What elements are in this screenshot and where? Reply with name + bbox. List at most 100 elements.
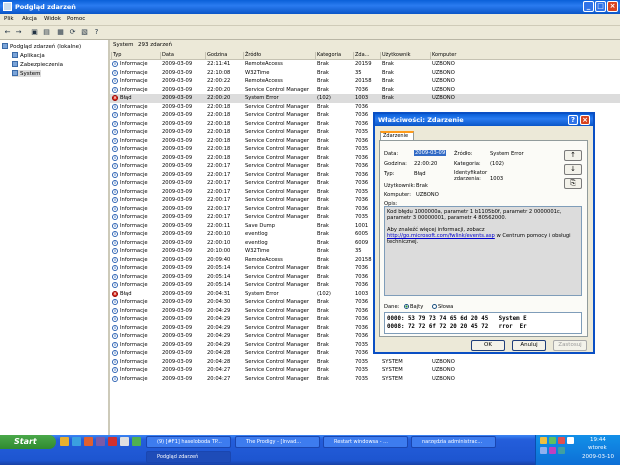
minimize-button[interactable]: _ (583, 1, 594, 12)
column-header[interactable]: Użytkownik (380, 52, 432, 59)
task-podglad[interactable]: Podgląd zdarzeń (146, 451, 231, 463)
previous-event-button[interactable]: ↑ (564, 150, 582, 161)
table-row[interactable]: i Informacje 2009-03-09 22:10:08 W32Time Brak… (110, 69, 620, 78)
tree-root[interactable]: Podgląd zdarzeń (lokalne) (2, 43, 81, 50)
src-label: Źródło: (454, 151, 473, 157)
task-narzedzia[interactable]: narzędzia administrac... (411, 436, 496, 448)
quicklaunch-icon-2[interactable] (72, 437, 81, 446)
tray-icon-5[interactable] (540, 447, 547, 454)
forward-arrow-icon[interactable]: → (14, 28, 23, 37)
cell-date: 2009-03-09 (162, 129, 193, 135)
up-folder-icon[interactable]: ▣ (30, 28, 39, 37)
cell-src: Service Control Manager (245, 316, 309, 322)
maximize-button[interactable]: □ (595, 1, 606, 12)
cell-src: RemoteAccess (245, 256, 283, 263)
cell-id: 20158 (355, 256, 372, 263)
menu-akcja[interactable]: Akcja (22, 16, 37, 22)
cell-cat: Brak (317, 103, 329, 110)
cell-date: 2009-03-09 (162, 350, 193, 356)
task-haseloboda[interactable]: (9) [#F1] haseloboda TP... (146, 436, 231, 448)
table-row[interactable]: i Informacje 2009-03-09 20:04:28 Service Con… (110, 358, 620, 367)
export-icon[interactable]: ▧ (80, 28, 89, 37)
table-row[interactable]: i Informacje 2009-03-09 20:04:27 Service Con… (110, 375, 620, 384)
copy-button[interactable]: ⎘ (564, 178, 582, 189)
tray-icon-3[interactable] (558, 437, 565, 444)
data-value: 2009-03-09 (414, 150, 447, 156)
task-restart[interactable]: Restart windowsa - ... (323, 436, 408, 448)
cell-src: System Error (245, 290, 279, 297)
cell-id: 7036 (355, 333, 369, 339)
column-header[interactable]: Typ (111, 52, 162, 59)
cancel-button[interactable]: Anuluj (512, 340, 546, 351)
table-row[interactable]: i Informacje 2009-03-09 22:00:18 Service Con… (110, 103, 620, 112)
next-event-button[interactable]: ↓ (564, 164, 582, 175)
dialog-panel: Data: 2009-03-09 Godzina: 22:00:20 Typ: … (379, 140, 588, 337)
radio-bytes[interactable]: Bajty (404, 304, 423, 310)
cell-type: Informacje (120, 367, 148, 373)
close-button[interactable]: × (607, 1, 618, 12)
description-box[interactable]: Kod błędu 1000000a, parametr 1 b1105b0f,… (384, 206, 582, 296)
properties-icon[interactable]: ▦ (56, 28, 65, 37)
log-icon (12, 70, 18, 76)
column-header[interactable]: Data (160, 52, 207, 59)
dialog-help-button[interactable]: ? (568, 115, 578, 125)
cell-src: eventlog (245, 231, 268, 237)
table-row[interactable]: i Informacje 2009-03-09 20:04:27 Service Con… (110, 366, 620, 375)
table-row[interactable]: × Błąd 2009-03-09 22:00:20 System Error (102)… (110, 94, 620, 103)
ok-button[interactable]: OK (471, 340, 505, 351)
tree-item-aplikacja[interactable]: Aplikacja (12, 52, 45, 59)
tray-icon-6[interactable] (549, 447, 556, 454)
cell-cat: Brak (317, 316, 329, 322)
column-header[interactable]: Zda... (353, 52, 382, 59)
cell-type: Informacje (120, 222, 148, 229)
cell-date: 2009-03-09 (162, 120, 193, 127)
quicklaunch-icon-6[interactable] (120, 437, 129, 446)
cell-time: 22:00:10 (207, 239, 231, 246)
dialog-close-button[interactable]: × (580, 115, 590, 125)
cell-src: Save Dump (245, 222, 276, 229)
clock-time[interactable]: 19:44 (590, 437, 606, 443)
tray-icon-7[interactable] (558, 447, 565, 454)
tray-icon-2[interactable] (549, 437, 556, 444)
column-header[interactable]: Źródło (243, 52, 317, 59)
refresh-icon[interactable]: ⟳ (68, 28, 77, 37)
cell-date: 2009-03-09 (162, 146, 193, 152)
column-header[interactable]: Kategoria (315, 52, 355, 59)
info-icon: i (112, 78, 118, 84)
quicklaunch-icon-4[interactable] (96, 437, 105, 446)
help-icon[interactable]: ? (92, 28, 101, 37)
cell-date: 2009-03-09 (162, 273, 193, 280)
error-icon: × (112, 290, 118, 297)
quicklaunch-icon-5[interactable] (108, 437, 117, 446)
start-button[interactable]: Start (0, 435, 56, 449)
radio-words[interactable]: Słowa (432, 304, 453, 310)
task-prodigy[interactable]: The Prodigy - [Invad... (235, 436, 320, 448)
menu-pomoc[interactable]: Pomoc (67, 16, 85, 22)
menu-plik[interactable]: Plik (4, 16, 14, 22)
tree-item-system[interactable]: System (12, 70, 41, 77)
cell-src: Service Control Manager (245, 214, 309, 220)
cell-time: 20:04:29 (207, 333, 231, 339)
table-row[interactable]: i Informacje 2009-03-09 22:00:20 Service Con… (110, 86, 620, 95)
quicklaunch-icon-1[interactable] (60, 437, 69, 446)
column-header[interactable]: Godzina (205, 52, 245, 59)
table-row[interactable]: i Informacje 2009-03-09 22:11:41 RemoteAcces… (110, 60, 620, 69)
back-arrow-icon[interactable]: ← (3, 28, 12, 37)
cell-time: 22:00:18 (207, 154, 231, 161)
quicklaunch-icon-7[interactable] (132, 437, 141, 446)
tray-icon-4[interactable] (567, 437, 574, 444)
tray-icon-1[interactable] (540, 437, 547, 444)
cell-cat: Brak (317, 137, 329, 144)
cell-date: 2009-03-09 (162, 222, 193, 229)
quicklaunch-icon-3[interactable] (84, 437, 93, 446)
menu-widok[interactable]: Widok (44, 16, 61, 22)
column-header[interactable]: Komputer (430, 52, 492, 59)
tree-item-zabezpieczenia[interactable]: Zabezpieczenia (12, 61, 63, 68)
cell-src: Service Control Manager (245, 375, 309, 382)
table-row[interactable]: i Informacje 2009-03-09 22:00:22 RemoteAcces… (110, 77, 620, 86)
data-hex-box[interactable]: 0000: 53 79 73 74 65 6d 20 45 System E 00… (384, 312, 582, 334)
cell-date: 2009-03-09 (162, 333, 193, 339)
cell-cat: Brak (317, 154, 329, 161)
show-tree-icon[interactable]: ▤ (42, 28, 51, 37)
cell-user: Brak (382, 86, 394, 93)
